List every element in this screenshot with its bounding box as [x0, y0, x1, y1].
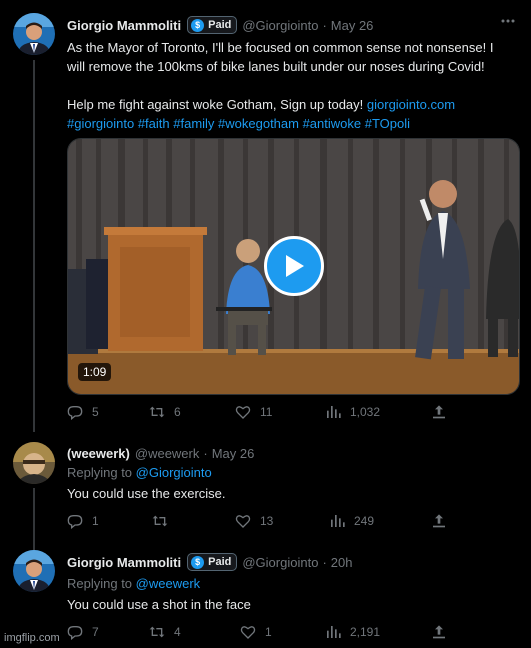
retweet-icon — [149, 406, 165, 418]
more-icon[interactable] — [499, 12, 517, 34]
views-button[interactable]: 2,191 — [325, 624, 380, 640]
tweet-text-line: Help me fight against woke Gotham, Sign … — [67, 95, 522, 114]
tweet-text-line: will remove the 100kms of bike lanes bui… — [67, 59, 485, 74]
reply-icon — [67, 626, 83, 640]
heart-icon — [240, 626, 256, 639]
like-button[interactable]: 13 — [235, 513, 273, 529]
like-count: 13 — [260, 514, 274, 528]
replying-to: Replying to @Giorgiointo — [67, 465, 212, 480]
share-button[interactable] — [431, 513, 456, 529]
timestamp[interactable]: May 26 — [331, 18, 374, 33]
like-count: 11 — [260, 405, 273, 419]
reply-icon — [67, 515, 83, 529]
avatar[interactable] — [13, 550, 55, 592]
tweet-actions: 1 13 249 — [67, 513, 457, 531]
reply-button[interactable]: 5 — [67, 404, 99, 420]
play-icon[interactable] — [264, 236, 324, 296]
watermark: imgflip.com — [4, 632, 60, 644]
reply-button[interactable]: 1 — [67, 513, 99, 529]
avatar[interactable] — [13, 13, 55, 55]
views-icon — [331, 515, 345, 527]
retweet-button[interactable]: 4 — [149, 624, 181, 640]
tweet-header: Giorgio Mammoliti $ Paid @Giorgiointo · … — [67, 553, 352, 571]
tweet-text: As the Mayor of Toronto, I'll be focused… — [67, 38, 522, 133]
replying-prefix: Replying to — [67, 465, 136, 480]
timestamp[interactable]: 20h — [331, 555, 353, 570]
reply-count: 5 — [92, 405, 99, 419]
views-icon — [327, 626, 341, 638]
author-name[interactable]: Giorgio Mammoliti — [67, 18, 181, 33]
heart-icon — [235, 515, 251, 528]
paid-badge: $ Paid — [187, 553, 238, 571]
share-icon — [433, 514, 445, 528]
separator-dot: · — [322, 554, 327, 570]
share-button[interactable] — [431, 624, 456, 640]
share-icon — [433, 405, 445, 419]
retweet-count: 6 — [174, 405, 181, 419]
retweet-icon — [149, 626, 165, 638]
replying-to-handle[interactable]: @Giorgiointo — [136, 465, 212, 480]
separator-dot: · — [322, 17, 327, 33]
views-button[interactable]: 249 — [329, 513, 374, 529]
tweet-header: (weewerk) @weewerk · May 26 — [67, 446, 254, 461]
view-count: 249 — [354, 514, 375, 528]
reply-icon — [67, 406, 83, 420]
retweet-count: 4 — [174, 625, 181, 639]
dollar-icon: $ — [191, 18, 205, 32]
tweet-actions: 7 4 1 2,191 — [67, 624, 457, 642]
replying-to: Replying to @weewerk — [67, 576, 200, 591]
view-count: 2,191 — [350, 625, 381, 639]
author-handle[interactable]: @weewerk — [135, 446, 200, 461]
replying-to-handle[interactable]: @weewerk — [136, 576, 201, 591]
avatar[interactable] — [13, 442, 55, 484]
thread-line — [33, 60, 35, 432]
retweet-icon — [152, 515, 168, 527]
like-button[interactable]: 11 — [235, 404, 272, 420]
views-icon — [327, 406, 341, 418]
dollar-icon: $ — [191, 555, 205, 569]
website-link[interactable]: giorgiointo.com — [367, 97, 455, 112]
tweet-text-line: As the Mayor of Toronto, I'll be focused… — [67, 40, 494, 55]
timestamp[interactable]: May 26 — [212, 446, 255, 461]
video-duration: 1:09 — [78, 363, 112, 381]
share-icon — [433, 625, 445, 639]
reply-count: 7 — [92, 625, 99, 639]
author-name[interactable]: Giorgio Mammoliti — [67, 555, 181, 570]
reply-count: 1 — [92, 514, 99, 528]
hashtags[interactable]: #giorgiointo #faith #family #wokegotham … — [67, 114, 522, 133]
tweet-text-fragment: Help me fight against woke Gotham, Sign … — [67, 97, 367, 112]
reply-button[interactable]: 7 — [67, 624, 99, 640]
tweet-actions: 5 6 11 1,032 — [67, 404, 457, 422]
views-button[interactable]: 1,032 — [325, 404, 380, 420]
badge-label: Paid — [208, 556, 232, 568]
view-count: 1,032 — [350, 405, 381, 419]
retweet-button[interactable] — [152, 513, 177, 529]
author-handle[interactable]: @Giorgiointo — [242, 18, 318, 33]
author-name[interactable]: (weewerk) — [67, 446, 130, 461]
tweet-2[interactable]: (weewerk) @weewerk · May 26 Replying to … — [0, 430, 531, 550]
tweet-header: Giorgio Mammoliti $ Paid @Giorgiointo · … — [67, 16, 373, 34]
tweet-3[interactable]: Giorgio Mammoliti $ Paid @Giorgiointo · … — [0, 536, 531, 648]
tweet-text: You could use the exercise. — [67, 486, 226, 501]
replying-prefix: Replying to — [67, 576, 136, 591]
author-handle[interactable]: @Giorgiointo — [242, 555, 318, 570]
video-player[interactable]: 1:09 — [67, 138, 520, 395]
badge-label: Paid — [208, 19, 232, 31]
like-button[interactable]: 1 — [240, 624, 272, 640]
paid-badge: $ Paid — [187, 16, 238, 34]
separator-dot: · — [203, 446, 208, 461]
tweet-1[interactable]: Giorgio Mammoliti $ Paid @Giorgiointo · … — [0, 0, 531, 432]
retweet-button[interactable]: 6 — [149, 404, 181, 420]
share-button[interactable] — [431, 404, 456, 420]
heart-icon — [235, 406, 251, 419]
like-count: 1 — [265, 625, 272, 639]
tweet-text: You could use a shot in the face — [67, 597, 251, 612]
